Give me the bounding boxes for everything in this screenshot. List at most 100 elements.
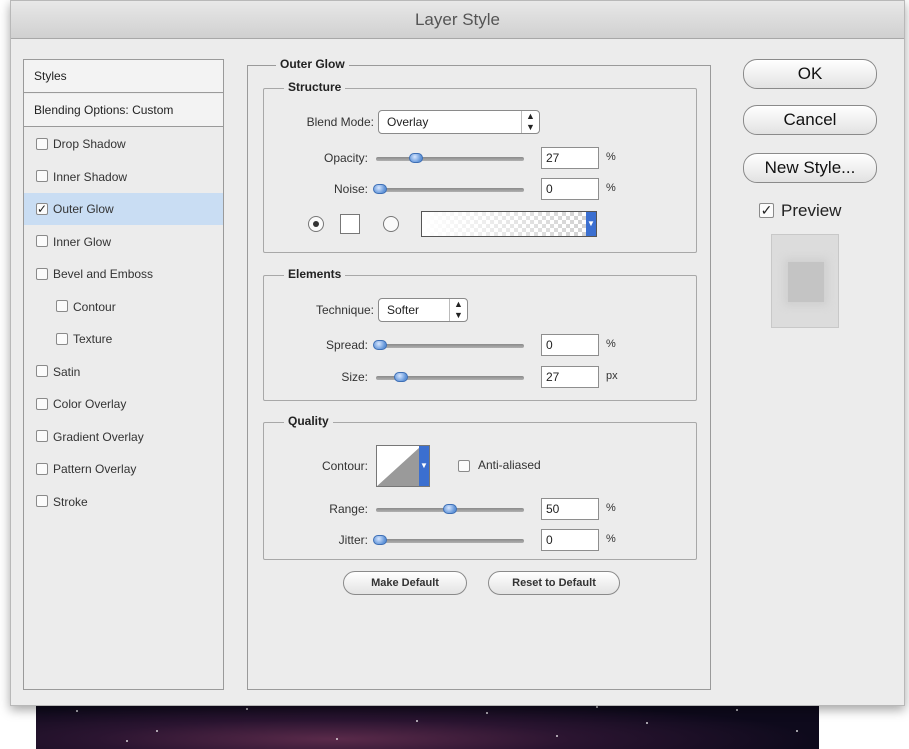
size-label: Size:	[341, 370, 368, 384]
style-item-pattern-overlay[interactable]: Pattern Overlay	[24, 453, 223, 485]
star	[556, 735, 558, 737]
style-checkbox[interactable]	[36, 397, 48, 410]
style-checkbox[interactable]	[36, 170, 48, 183]
star	[416, 720, 418, 722]
star	[596, 706, 598, 708]
style-item-outer-glow[interactable]: ✓ Outer Glow	[24, 193, 223, 225]
opacity-label: Opacity:	[323, 151, 368, 165]
opacity-slider[interactable]	[376, 153, 524, 163]
select-arrows-icon: ▲ ▼	[521, 111, 539, 133]
size-slider-knob[interactable]	[394, 372, 409, 382]
star	[156, 730, 158, 732]
quality-title: Quality	[284, 414, 333, 428]
style-checkbox[interactable]	[36, 462, 48, 475]
preview-label: Preview	[781, 201, 842, 220]
styles-list: Styles Blending Options: Custom Drop Sha…	[23, 59, 224, 690]
noise-label: Noise:	[333, 182, 368, 196]
elements-title: Elements	[284, 267, 346, 281]
range-slider[interactable]	[376, 504, 524, 514]
style-item-inner-glow[interactable]: Inner Glow	[24, 226, 223, 258]
style-item-label: Color Overlay	[53, 397, 127, 411]
spread-slider-knob[interactable]	[373, 340, 388, 350]
blending-options-item[interactable]: Blending Options: Custom	[24, 94, 223, 127]
layer-style-dialog: Layer Style Styles Blending Options: Cus…	[10, 0, 905, 706]
range-slider-knob[interactable]	[443, 504, 457, 514]
style-checkbox[interactable]	[56, 300, 68, 313]
star	[486, 712, 488, 714]
style-checkbox[interactable]	[36, 495, 48, 508]
new-style-button[interactable]: New Style...	[743, 153, 877, 183]
blend-mode-select[interactable]: Overlay ▲ ▼	[378, 110, 540, 134]
star	[246, 708, 248, 710]
noise-unit: %	[606, 182, 616, 194]
style-item-gradient-overlay[interactable]: Gradient Overlay	[24, 421, 223, 453]
noise-slider-knob[interactable]	[373, 184, 388, 194]
outer-glow-title: Outer Glow	[276, 57, 349, 71]
canvas-background	[36, 700, 819, 749]
star	[126, 740, 128, 742]
style-checkbox[interactable]	[36, 430, 48, 443]
star	[76, 710, 78, 712]
style-item-satin[interactable]: Satin	[24, 356, 223, 388]
star	[796, 730, 798, 732]
styles-header[interactable]: Styles	[24, 60, 223, 93]
cancel-button[interactable]: Cancel	[743, 105, 877, 135]
jitter-unit: %	[606, 533, 616, 545]
jitter-slider-knob[interactable]	[373, 535, 388, 545]
style-item-inner-shadow[interactable]: Inner Shadow	[24, 161, 223, 193]
style-item-label: Texture	[73, 332, 113, 346]
preview-thumbnail	[771, 234, 839, 328]
opacity-slider-knob[interactable]	[408, 153, 423, 163]
outer-glow-panel: Outer Glow Structure Blend Mode: Overlay…	[247, 57, 711, 690]
style-item-stroke[interactable]: Stroke	[24, 486, 223, 518]
style-item-label: Stroke	[53, 494, 88, 509]
spread-slider[interactable]	[373, 340, 524, 350]
technique-select[interactable]: Softer ▲ ▼	[378, 298, 468, 322]
style-checkbox[interactable]: ✓	[36, 202, 48, 215]
style-checkbox[interactable]	[36, 365, 48, 378]
style-item-color-overlay[interactable]: Color Overlay	[24, 388, 223, 420]
style-checkbox[interactable]	[36, 137, 48, 150]
anti-aliased-checkbox[interactable]	[458, 460, 470, 472]
spread-label: Spread:	[325, 338, 368, 352]
dropdown-arrow-icon[interactable]: ▼	[586, 212, 596, 236]
jitter-input[interactable]: 0	[541, 529, 599, 551]
noise-input[interactable]: 0	[541, 178, 599, 200]
color-radio[interactable]	[308, 216, 324, 232]
range-label: Range:	[329, 502, 368, 516]
reset-to-default-button[interactable]: Reset to Default	[488, 571, 620, 595]
glow-color-swatch[interactable]	[340, 214, 360, 234]
make-default-button[interactable]: Make Default	[343, 571, 467, 595]
gradient-radio[interactable]	[383, 216, 399, 232]
dropdown-arrow-icon[interactable]: ▼	[419, 446, 429, 486]
style-item-label: Drop Shadow	[53, 137, 126, 151]
star	[336, 738, 338, 740]
style-item-label: Gradient Overlay	[53, 429, 144, 444]
style-item-label: Outer Glow	[53, 202, 114, 216]
jitter-slider[interactable]	[373, 535, 524, 545]
style-item-label: Bevel and Emboss	[53, 267, 154, 281]
style-checkbox[interactable]	[36, 267, 48, 280]
ok-button[interactable]: OK	[743, 59, 877, 89]
gradient-picker[interactable]: ▼	[421, 211, 597, 237]
range-input[interactable]: 50	[541, 498, 599, 520]
preview-checkbox[interactable]: ✓	[759, 203, 774, 218]
spread-input[interactable]: 0	[541, 334, 599, 356]
spread-unit: %	[606, 338, 616, 350]
contour-picker[interactable]: ▼	[376, 445, 430, 487]
style-item-texture[interactable]: Texture	[24, 323, 223, 355]
technique-label: Technique:	[315, 303, 374, 317]
noise-slider[interactable]	[373, 184, 524, 194]
anti-aliased-label: Anti-aliased	[478, 458, 541, 472]
select-arrows-icon: ▲ ▼	[449, 299, 467, 321]
style-checkbox[interactable]	[56, 332, 68, 345]
style-checkbox[interactable]	[36, 235, 48, 248]
style-item-bevel-and-emboss[interactable]: Bevel and Emboss	[24, 258, 223, 290]
size-slider[interactable]	[376, 372, 524, 382]
contour-curve-icon	[377, 446, 421, 486]
style-item-drop-shadow[interactable]: Drop Shadow	[24, 128, 223, 160]
star	[646, 722, 648, 724]
size-input[interactable]: 27	[541, 366, 599, 388]
style-item-contour[interactable]: Contour	[24, 291, 223, 323]
opacity-input[interactable]: 27	[541, 147, 599, 169]
